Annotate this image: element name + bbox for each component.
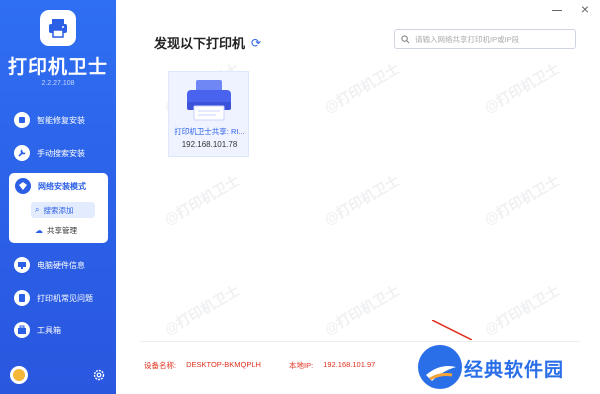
sidebar-item-smart-repair[interactable]: 智能修复安装 — [14, 110, 114, 130]
ip-value: 192.168.101.97 — [323, 360, 376, 369]
sidebar-item-label: 手动搜索安装 — [37, 148, 85, 158]
sidebar-item-hardware-info[interactable]: 电脑硬件信息 — [14, 255, 114, 275]
watermark: @打印机卫士 — [321, 282, 403, 338]
sidebar-item-label: 网络安装模式 — [38, 181, 86, 191]
sidebar-item-label: 工具箱 — [37, 325, 61, 335]
search-icon: ⌕ — [35, 205, 40, 214]
watermark: @打印机卫士 — [321, 60, 403, 116]
watermark: @打印机卫士 — [481, 282, 563, 338]
printer-name: 打印机卫士共享: RI... — [174, 127, 245, 136]
sidebar-item-manual-search[interactable]: 手动搜索安装 — [14, 143, 114, 163]
sidebar-item-label: 打印机常见问题 — [37, 293, 93, 303]
printer-card[interactable]: 打印机卫士共享: RI... 192.168.101.78 — [168, 71, 249, 157]
ip-info: 本地IP: 192.168.101.97 — [289, 360, 375, 371]
watermark: @打印机卫士 — [481, 172, 563, 228]
device-value: DESKTOP-BKMQPLH — [186, 360, 261, 369]
network-icon — [15, 178, 31, 194]
sub-item-label: 搜索添加 — [43, 205, 74, 215]
sidebar-item-faq[interactable]: 打印机常见问题 — [14, 288, 114, 308]
sidebar-item-label: 电脑硬件信息 — [37, 260, 85, 270]
sidebar-group-network: 网络安装模式 ⌕ 搜索添加 ☁ 共享管理 — [9, 173, 108, 243]
settings-gear-icon[interactable] — [91, 367, 107, 383]
repair-icon — [14, 112, 30, 128]
search-input[interactable] — [415, 34, 565, 44]
app-logo — [40, 10, 76, 46]
sidebar: 打印机卫士 2.2.27.108 智能修复安装 手动搜索安装 网络安装模式 ⌕ … — [0, 0, 116, 394]
section-title-text: 发现以下打印机 — [154, 36, 246, 51]
sidebar-item-toolbox[interactable]: 工具箱 — [14, 320, 114, 340]
monitor-icon — [14, 257, 30, 273]
wrench-icon — [14, 145, 30, 161]
search-icon — [401, 34, 410, 43]
brand-badge: 经典软件园 — [418, 340, 582, 394]
printer-logo-icon — [49, 19, 67, 38]
device-label: 设备名称: — [144, 361, 177, 370]
cloud-icon: ☁ — [35, 225, 43, 235]
annotation-arrow — [432, 320, 472, 340]
printer-icon — [187, 80, 231, 121]
sidebar-item-label: 智能修复安装 — [37, 115, 85, 125]
sub-item-label: 共享管理 — [47, 225, 77, 235]
device-info: 设备名称: DESKTOP-BKMQPLH — [144, 360, 261, 371]
ip-label: 本地IP: — [289, 361, 314, 370]
refresh-icon[interactable]: ⟳ — [251, 36, 261, 50]
app-title: 打印机卫士 — [7, 57, 108, 78]
minimize-button[interactable] — [550, 2, 564, 16]
sub-item-search-add[interactable]: ⌕ 搜索添加 — [31, 202, 95, 218]
watermark: @打印机卫士 — [161, 172, 243, 228]
app-version: 2.2.27.108 — [41, 80, 75, 87]
toolbox-icon — [14, 322, 30, 338]
watermark: @打印机卫士 — [161, 282, 243, 338]
brand-text: 经典软件园 — [464, 360, 565, 381]
close-button[interactable]: × — [578, 2, 592, 16]
watermark: @打印机卫士 — [321, 172, 403, 228]
sub-item-share-manage[interactable]: ☁ 共享管理 — [31, 222, 95, 238]
section-title: 发现以下打印机 ⟳ — [154, 33, 261, 52]
printer-ip: 192.168.101.78 — [181, 140, 238, 149]
brand-logo-icon — [418, 345, 462, 389]
user-avatar[interactable] — [10, 366, 28, 384]
sidebar-item-network-mode[interactable]: 网络安装模式 — [15, 178, 86, 194]
watermark: @打印机卫士 — [481, 60, 563, 116]
question-icon — [14, 290, 30, 306]
search-box[interactable] — [394, 29, 576, 49]
